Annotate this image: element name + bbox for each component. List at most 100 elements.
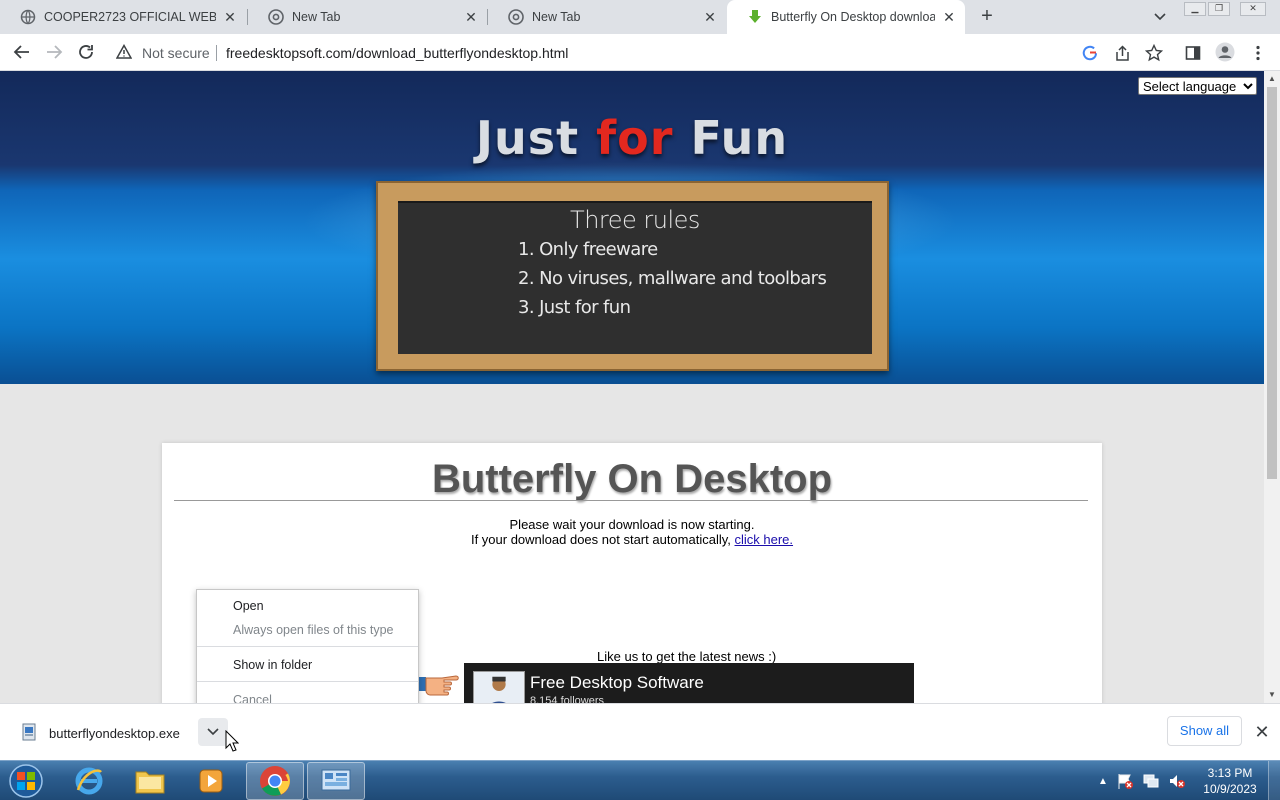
back-button[interactable] <box>10 40 34 64</box>
menu-separator <box>197 646 418 647</box>
divider <box>216 45 217 61</box>
chrome-icon <box>268 9 284 25</box>
internet-explorer-icon <box>75 767 103 795</box>
pointing-hand-icon <box>418 675 459 696</box>
reload-button[interactable] <box>74 40 98 64</box>
tab-search-chevron-icon[interactable] <box>1150 8 1170 26</box>
restore-icon[interactable]: ❐ <box>1208 2 1230 16</box>
forward-button[interactable] <box>42 40 66 64</box>
share-icon[interactable] <box>1112 43 1132 63</box>
taskbar-file-explorer[interactable] <box>121 762 179 800</box>
download-context-menu: Open Always open files of this type Show… <box>196 589 419 715</box>
network-icon[interactable] <box>1142 772 1160 790</box>
clock-date: 10/9/2023 <box>1203 782 1257 796</box>
title-word-2: Fun <box>690 111 789 165</box>
google-lens-icon[interactable] <box>1080 43 1100 63</box>
tab-title: New Tab <box>292 10 341 24</box>
side-panel-icon[interactable] <box>1183 43 1203 63</box>
bookmark-star-icon[interactable] <box>1144 43 1164 63</box>
scroll-thumb[interactable] <box>1267 87 1277 479</box>
scroll-down-icon[interactable]: ▼ <box>1268 691 1276 699</box>
download-shelf: butterflyondesktop.exe Show all ✕ <box>0 703 1280 760</box>
tab-new-tab-2[interactable]: New Tab ✕ <box>488 0 726 34</box>
window-close-icon[interactable]: ✕ <box>1240 2 1266 16</box>
hero-banner: Just for Fun Select language Three rules… <box>0 71 1264 384</box>
new-tab-button[interactable]: + <box>975 5 999 29</box>
download-options-button[interactable] <box>198 718 228 746</box>
site-logo-title: Just for Fun <box>0 111 1264 165</box>
warning-triangle-icon[interactable] <box>116 44 132 60</box>
menu-item-show-in-folder[interactable]: Show in folder <box>233 658 312 672</box>
download-file-name[interactable]: butterflyondesktop.exe <box>49 726 180 741</box>
tab-new-tab-1[interactable]: New Tab ✕ <box>248 0 487 34</box>
chalkboard-surface: Three rules 1. Only freeware 2. No virus… <box>398 201 872 354</box>
show-desktop-button[interactable] <box>1268 761 1280 800</box>
control-panel-icon <box>321 769 351 791</box>
facebook-page-name[interactable]: Free Desktop Software <box>530 673 704 693</box>
facebook-widget[interactable]: Free Desktop Software 8,154 followers <box>464 663 914 703</box>
globe-icon <box>20 9 36 25</box>
folder-icon <box>135 771 165 794</box>
reload-icon <box>79 45 93 59</box>
facebook-followers: 8,154 followers <box>530 695 604 703</box>
start-orb-icon[interactable] <box>6 763 46 799</box>
chrome-icon <box>508 9 524 25</box>
taskbar-media-player[interactable] <box>182 762 240 800</box>
rules-heading: Three rules <box>570 206 700 234</box>
taskbar-internet-explorer[interactable] <box>60 762 118 800</box>
close-icon[interactable]: ✕ <box>222 9 238 25</box>
mouse-pointer-icon <box>225 730 239 752</box>
close-icon[interactable]: ✕ <box>941 9 957 25</box>
system-tray: ▲ <box>1098 771 1186 791</box>
download-arrow-icon <box>749 10 761 23</box>
address-bar[interactable]: Not secure freedesktopsoft.com/download_… <box>106 37 1106 67</box>
scroll-up-icon[interactable]: ▲ <box>1268 75 1276 83</box>
url-text[interactable]: freedesktopsoft.com/download_butterflyon… <box>226 45 568 61</box>
language-select[interactable]: Select language <box>1138 77 1257 95</box>
show-all-button[interactable]: Show all <box>1167 716 1242 746</box>
click-here-link[interactable]: click here. <box>735 532 794 547</box>
menu-item-open[interactable]: Open <box>233 599 264 613</box>
close-icon[interactable]: ✕ <box>1252 722 1272 742</box>
menu-separator <box>197 681 418 682</box>
action-center-flag-icon[interactable] <box>1116 772 1134 790</box>
close-icon[interactable]: ✕ <box>702 9 718 25</box>
menu-item-always-open[interactable]: Always open files of this type <box>233 623 394 637</box>
page-scrollbar[interactable]: ▲ ▼ <box>1264 71 1280 703</box>
chrome-icon <box>260 766 290 796</box>
taskbar-chrome[interactable] <box>246 762 304 800</box>
fallback-text: If your download does not start automati… <box>162 532 1102 547</box>
title-divider <box>174 500 1088 501</box>
minimize-icon[interactable]: ▁ <box>1184 2 1206 16</box>
rule-2: 2. No viruses, mallware and toolbars <box>518 268 827 289</box>
rule-1: 1. Only freeware <box>518 239 658 260</box>
download-status-text: Please wait your download is now startin… <box>509 517 755 532</box>
system-clock[interactable]: 3:13 PM 10/9/2023 <box>1196 765 1264 797</box>
rule-3: 3. Just for fun <box>518 297 631 318</box>
volume-muted-icon[interactable] <box>1168 772 1186 790</box>
like-us-text: Like us to get the latest news :) <box>597 649 777 664</box>
tab-strip: COOPER2723 OFFICIAL WEBSITE ✕ New Tab ✕ … <box>0 0 1280 34</box>
media-player-icon <box>199 769 223 793</box>
tab-cooper2723[interactable]: COOPER2723 OFFICIAL WEBSITE ✕ <box>0 0 246 34</box>
fallback-message: If your download does not start automati… <box>470 532 731 547</box>
arrow-left-icon <box>13 45 29 59</box>
menu-dots-icon[interactable] <box>1248 43 1268 63</box>
exe-file-icon <box>22 723 36 741</box>
tray-expand-icon[interactable]: ▲ <box>1098 776 1108 787</box>
tab-butterfly-download[interactable]: Butterfly On Desktop download p ✕ <box>727 0 965 34</box>
title-word-accent: for <box>596 111 674 165</box>
page-avatar[interactable] <box>473 671 525 703</box>
page-title: Butterfly On Desktop <box>431 457 833 501</box>
taskbar-control-panel[interactable] <box>307 762 365 800</box>
profile-avatar-icon[interactable] <box>1215 42 1235 62</box>
close-icon[interactable]: ✕ <box>463 9 479 25</box>
security-status[interactable]: Not secure <box>142 45 210 61</box>
arrow-right-icon <box>47 45 63 59</box>
tab-title: Butterfly On Desktop download p <box>771 10 935 24</box>
chevron-down-icon <box>207 728 219 736</box>
chalkboard: Three rules 1. Only freeware 2. No virus… <box>376 181 889 371</box>
windows-taskbar: ▲ 3:13 PM 10/9/2023 <box>0 760 1280 800</box>
page-viewport: Just for Fun Select language Three rules… <box>0 71 1264 703</box>
tab-title: COOPER2723 OFFICIAL WEBSITE <box>44 10 216 24</box>
